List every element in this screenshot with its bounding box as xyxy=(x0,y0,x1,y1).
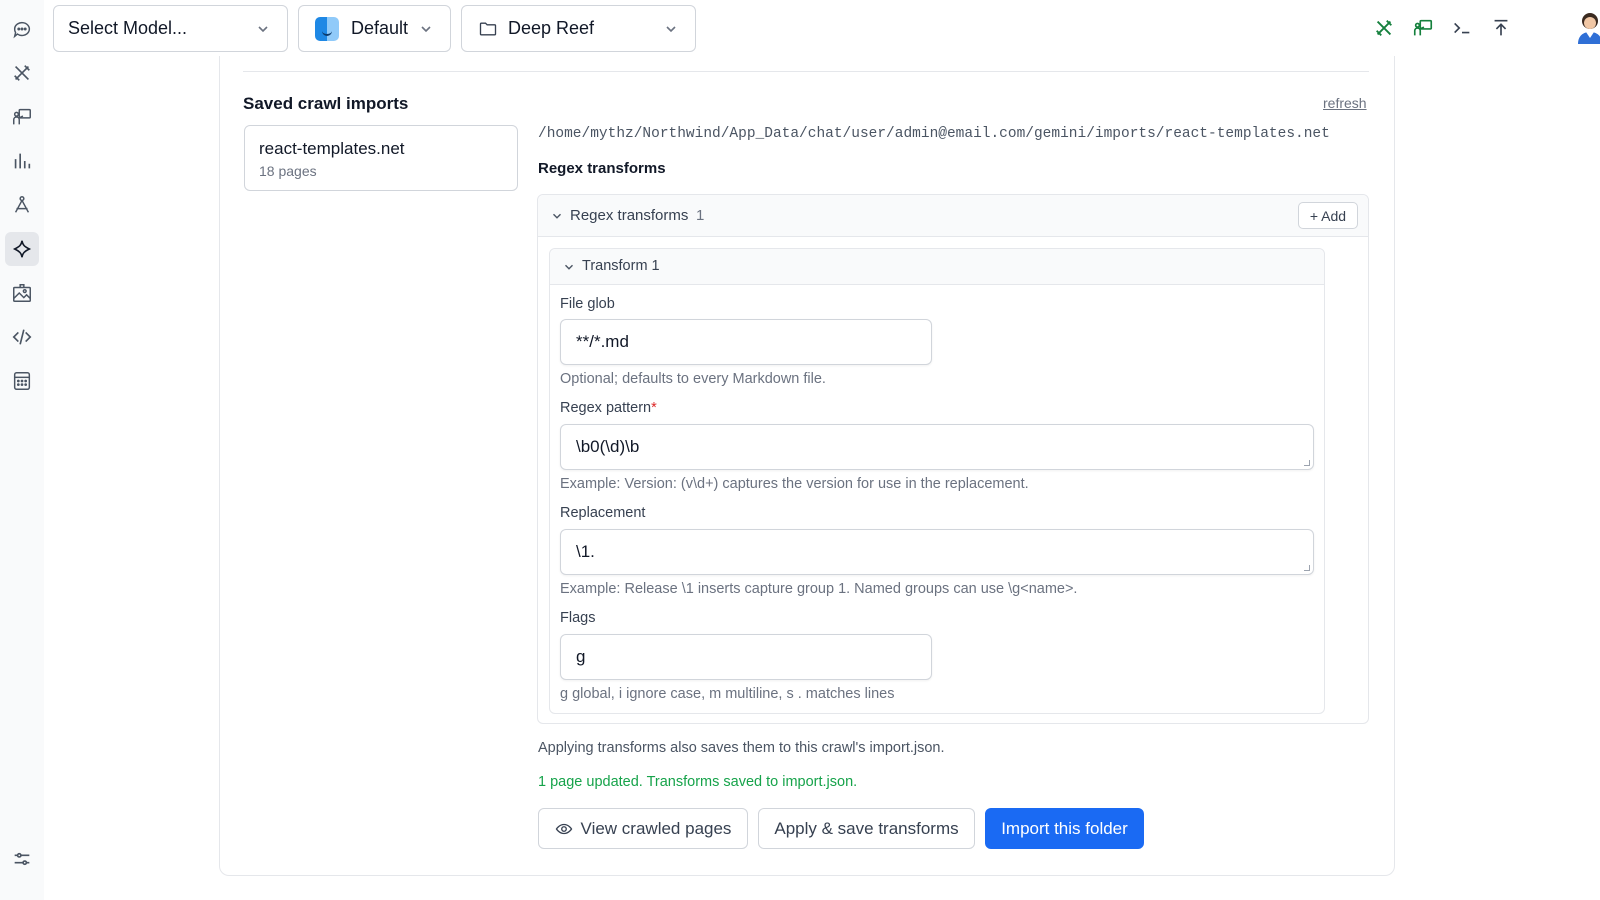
finder-icon xyxy=(315,16,339,41)
profile-select[interactable]: Default xyxy=(298,5,451,52)
import-folder-button[interactable]: Import this folder xyxy=(985,808,1144,849)
import-list-item[interactable]: react-templates.net 18 pages xyxy=(244,125,518,191)
model-select-value: Select Model... xyxy=(68,18,188,38)
folder-select-value: Deep Reef xyxy=(508,18,595,38)
tools-icon[interactable] xyxy=(5,56,39,90)
user-avatar[interactable] xyxy=(1574,10,1600,44)
replacement-input[interactable]: \1. xyxy=(560,529,1314,575)
regex-transforms-header[interactable]: Regex transforms 1 + Add xyxy=(538,195,1368,237)
compass-icon[interactable] xyxy=(5,188,39,222)
chevron-down-icon xyxy=(258,26,268,33)
folder-icon xyxy=(479,22,497,35)
section-title: Saved crawl imports xyxy=(243,94,409,113)
folder-select[interactable]: Deep Reef xyxy=(461,5,696,52)
regex-transforms-title: Regex transforms xyxy=(570,207,689,224)
file-glob-help: Optional; defaults to every Markdown fil… xyxy=(560,371,826,387)
import-path: /home/mythz/Northwind/App_Data/chat/user… xyxy=(538,126,1330,142)
regex-pattern-input[interactable]: \b0(\d)\b xyxy=(560,424,1314,470)
regex-heading: Regex transforms xyxy=(538,160,666,177)
transform-title: Transform 1 xyxy=(582,258,660,274)
resize-handle[interactable] xyxy=(1304,565,1310,571)
transform-panel: Transform 1 File glob **/*.md Optional; … xyxy=(549,248,1325,714)
apply-note: Applying transforms also saves them to t… xyxy=(538,740,945,756)
analytics-icon[interactable] xyxy=(5,144,39,178)
regex-pattern-help: Example: Version: (v\d+) captures the ve… xyxy=(560,476,1029,492)
required-mark: * xyxy=(651,400,657,416)
regex-transforms-panel: Regex transforms 1 + Add Transform 1 Fil… xyxy=(537,194,1369,724)
teacher-icon[interactable] xyxy=(5,100,39,134)
terminal-icon[interactable] xyxy=(1448,14,1476,42)
regex-pattern-label: Regex pattern* xyxy=(560,400,657,416)
eye-icon xyxy=(555,823,572,834)
model-select[interactable]: Select Model... xyxy=(53,5,288,52)
add-transform-button[interactable]: + Add xyxy=(1298,202,1358,229)
success-message: 1 page updated. Transforms saved to impo… xyxy=(538,774,858,790)
file-glob-input[interactable]: **/*.md xyxy=(560,319,932,365)
settings-sliders-icon[interactable] xyxy=(5,842,39,876)
chevron-down-icon xyxy=(553,213,561,219)
upload-icon[interactable] xyxy=(1487,14,1515,42)
chevron-down-icon xyxy=(666,26,676,33)
chevron-down-icon xyxy=(421,26,431,33)
top-bar: Select Model... Default Deep Reef xyxy=(44,0,1600,56)
code-icon[interactable] xyxy=(5,320,39,354)
profile-select-value: Default xyxy=(351,18,409,38)
left-rail xyxy=(0,0,44,900)
import-name: react-templates.net xyxy=(259,139,405,158)
teacher-icon[interactable] xyxy=(1409,14,1437,42)
calculator-icon[interactable] xyxy=(5,364,39,398)
import-page-count: 18 pages xyxy=(259,163,317,179)
file-glob-label: File glob xyxy=(560,296,615,312)
tools-icon[interactable] xyxy=(1370,14,1398,42)
flags-label: Flags xyxy=(560,610,596,626)
sparkle-icon[interactable] xyxy=(5,232,39,266)
replacement-help: Example: Release \1 inserts capture grou… xyxy=(560,581,1078,597)
image-gallery-icon[interactable] xyxy=(5,276,39,310)
flags-help: g global, i ignore case, m multiline, s … xyxy=(560,686,895,702)
apply-save-transforms-button[interactable]: Apply & save transforms xyxy=(758,808,975,849)
transform-header[interactable]: Transform 1 xyxy=(550,249,1324,285)
regex-transforms-count: 1 xyxy=(696,207,705,224)
chat-icon[interactable] xyxy=(5,12,39,46)
view-crawled-pages-button[interactable]: View crawled pages xyxy=(538,808,748,849)
view-crawled-pages-label: View crawled pages xyxy=(580,818,732,838)
divider xyxy=(243,71,1369,72)
replacement-label: Replacement xyxy=(560,505,646,521)
resize-handle[interactable] xyxy=(1304,460,1310,466)
flags-input[interactable]: g xyxy=(560,634,932,680)
refresh-link[interactable]: refresh xyxy=(1323,95,1367,111)
chevron-down-icon xyxy=(565,264,573,270)
